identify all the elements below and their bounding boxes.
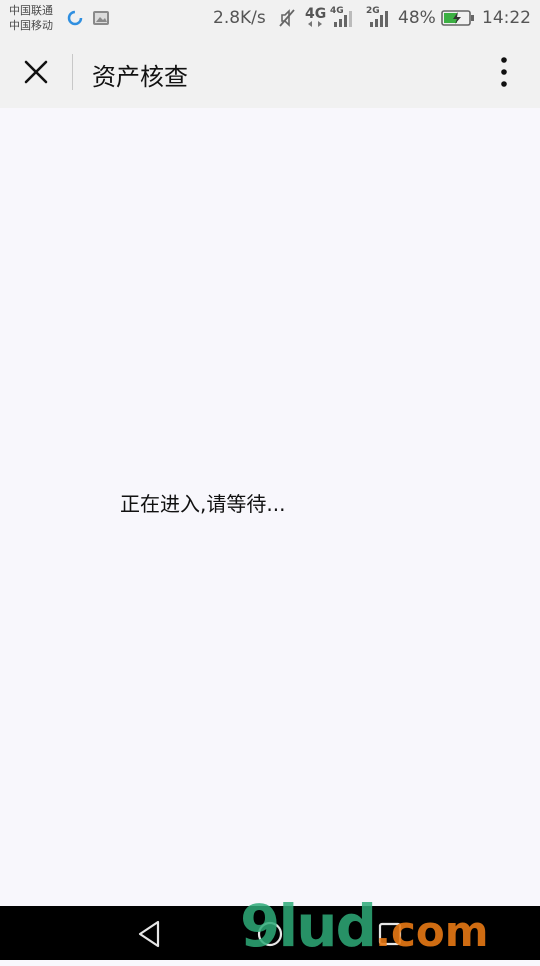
watermark-logo: 9lud.com	[240, 892, 489, 960]
signal-bars-icon	[334, 11, 352, 27]
data-arrows-icon	[308, 21, 322, 27]
close-icon[interactable]	[16, 52, 56, 92]
carrier-names: 中国联通 中国移动	[9, 3, 53, 33]
gallery-icon	[93, 11, 109, 25]
battery-percent: 48%	[398, 8, 436, 28]
back-triangle-icon[interactable]	[132, 916, 168, 952]
browser-ring-icon	[67, 10, 83, 26]
web-content: 正在进入,请等待...	[0, 108, 540, 906]
title-divider	[72, 54, 73, 90]
clock: 14:22	[482, 8, 531, 28]
more-vertical-icon[interactable]	[488, 52, 520, 92]
network-speed: 2.8K/s	[213, 8, 266, 28]
battery-charging-icon	[441, 10, 474, 26]
page-title: 资产核查	[92, 63, 188, 91]
carrier-1: 中国联通	[9, 4, 53, 17]
signal-bars-icon	[370, 11, 388, 27]
title-bar: 资产核查	[0, 36, 540, 108]
status-bar: 中国联通 中国移动 2.8K/s 4G 4G 2G 48% 14:22	[0, 0, 540, 36]
watermark-brand: 9lud	[240, 892, 377, 960]
loading-message: 正在进入,请等待...	[120, 492, 286, 516]
mute-icon	[279, 9, 295, 27]
watermark-suffix: .com	[375, 907, 489, 956]
carrier-2: 中国移动	[9, 19, 53, 32]
